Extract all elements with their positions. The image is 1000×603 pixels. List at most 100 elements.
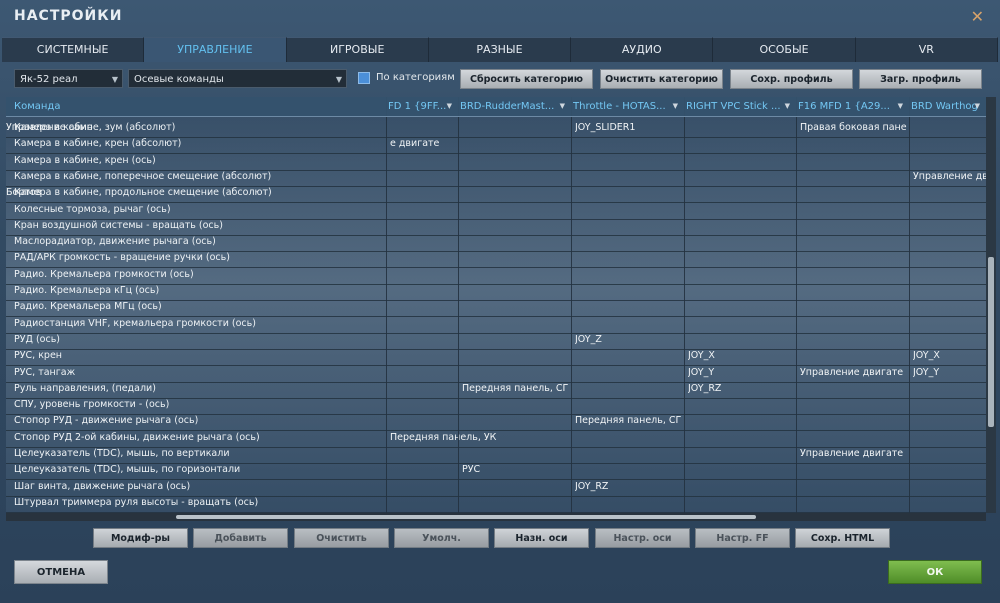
binding-cell[interactable]: Правая боковая пане xyxy=(800,122,953,133)
binding-cell[interactable]: Передняя панель, УК xyxy=(390,432,502,443)
column-divider xyxy=(571,97,572,513)
table-row[interactable]: Камера в кабине, крен (ось) xyxy=(6,154,986,171)
table-row[interactable]: Камера в кабине, поперечное смещение (аб… xyxy=(6,170,986,187)
command-label: Маслорадиатор, движение рычага (ось) xyxy=(14,236,216,248)
command-label: Камера в кабине, крен (ось) xyxy=(14,154,156,166)
command-label: Кран воздушной системы - вращать (ось) xyxy=(14,219,223,231)
default-button[interactable]: Умолч. xyxy=(394,528,489,548)
device-column-header[interactable]: Throttle - HOTAS... ▼ xyxy=(573,97,682,116)
ok-button[interactable]: ОК xyxy=(888,560,982,584)
table-row[interactable]: Маслорадиатор, движение рычага (ось) xyxy=(6,235,986,253)
horizontal-scrollbar[interactable] xyxy=(6,513,986,521)
tab-audio[interactable]: АУДИО xyxy=(571,37,714,62)
chevron-down-icon: ▼ xyxy=(784,102,790,110)
binding-cell[interactable]: е двигате xyxy=(390,138,502,149)
table-row[interactable]: СПУ, уровень громкости - (ось) xyxy=(6,398,986,416)
chevron-down-icon: ▼ xyxy=(446,102,452,110)
table-row[interactable]: Кран воздушной системы - вращать (ось) xyxy=(6,219,986,236)
assign-axis-button[interactable]: Назн. оси xyxy=(494,528,589,548)
binding-cell[interactable]: JOY_Y xyxy=(913,367,986,378)
binding-cell[interactable]: JOY_X xyxy=(688,350,840,361)
horizontal-scroll-thumb[interactable] xyxy=(176,515,756,519)
modifiers-button[interactable]: Модиф-ры xyxy=(93,528,188,548)
binding-cell[interactable]: JOY_RZ xyxy=(575,481,728,492)
command-label: РУС, тангаж xyxy=(14,366,76,378)
tab-controls[interactable]: УПРАВЛЕНИЕ xyxy=(144,37,287,62)
table-row[interactable]: Колесные тормоза, рычаг (ось) xyxy=(6,203,986,220)
vertical-scroll-thumb[interactable] xyxy=(988,257,994,427)
binding-cell[interactable]: Управление само xyxy=(6,122,93,133)
command-label: РУС, крен xyxy=(14,350,63,362)
table-row[interactable]: Целеуказатель (TDC), мышь, по вертикали У… xyxy=(6,447,986,464)
device-column-header[interactable]: BRD-RudderMast... ▼ xyxy=(460,97,569,116)
device-column-header[interactable]: RIGHT VPC Stick ... ▼ xyxy=(686,97,794,116)
binding-cell[interactable]: Управление двигате xyxy=(913,171,986,182)
category-select[interactable]: Осевые команды ▼ xyxy=(128,69,347,88)
table-row[interactable]: РУС, тангаж JOY_Y Управление двигате JOY_Y xyxy=(6,366,986,383)
binding-cell[interactable]: Передняя панель, СГ xyxy=(575,415,728,426)
clear-button[interactable]: Очистить xyxy=(294,528,389,548)
column-divider xyxy=(909,97,910,513)
table-row[interactable]: Радио. Кремальера кГц (ось) xyxy=(6,284,986,301)
aircraft-select-value: Як-52 реал xyxy=(20,74,78,85)
command-label: Руль направления, (педали) xyxy=(14,382,156,394)
aircraft-select[interactable]: Як-52 реал ▼ xyxy=(14,69,123,88)
load-profile-button[interactable]: Загр. профиль xyxy=(859,69,982,89)
table-row[interactable]: Камера в кабине, продольное смещение (аб… xyxy=(6,186,986,204)
binding-cell[interactable]: JOY_RZ xyxy=(688,383,840,394)
tab-vr[interactable]: VR xyxy=(855,37,998,62)
binding-cell[interactable]: Передняя панель, СГ xyxy=(462,383,615,394)
vertical-scrollbar[interactable] xyxy=(986,97,996,513)
clear-category-button[interactable]: Очистить категорию xyxy=(600,69,723,89)
command-label: РАД/АРК громкость - вращение ручки (ось) xyxy=(14,252,230,264)
table-row[interactable]: Стопор РУД 2-ой кабины, движение рычага … xyxy=(6,431,986,448)
command-label: Стопор РУД 2-ой кабины, движение рычага … xyxy=(14,431,260,443)
column-divider xyxy=(796,97,797,513)
table-row[interactable]: Стопор РУД - движение рычага (ось) Передн… xyxy=(6,414,986,432)
close-icon[interactable]: ✕ xyxy=(971,7,984,26)
device-column-header[interactable]: FD 1 {9FF... ▼ xyxy=(388,97,456,116)
device-column-header[interactable]: BRD Warthog ▼ xyxy=(911,97,984,116)
save-profile-button[interactable]: Сохр. профиль xyxy=(730,69,853,89)
command-label: Штурвал триммера руля высоты - вращать (… xyxy=(14,496,259,508)
table-row[interactable]: РУС, крен JOY_X JOY_X xyxy=(6,349,986,367)
binding-cell[interactable]: JOY_Z xyxy=(575,334,728,345)
tab-gameplay[interactable]: ИГРОВЫЕ xyxy=(286,37,429,62)
table-row[interactable]: Камера в кабине, крен (абсолют) е двигате xyxy=(6,137,986,155)
binding-cell[interactable]: РУС xyxy=(462,464,615,475)
command-label: Камера в кабине, поперечное смещение (аб… xyxy=(14,170,272,182)
table-row[interactable]: Целеуказатель (TDC), мышь, по горизонтал… xyxy=(6,463,986,481)
binding-cell[interactable]: JOY_SLIDER1 xyxy=(575,122,728,133)
ff-tune-button[interactable]: Настр. FF xyxy=(695,528,790,548)
table-row[interactable]: РАД/АРК громкость - вращение ручки (ось) xyxy=(6,251,986,269)
table-row[interactable]: Руль направления, (педали) Передняя панел… xyxy=(6,382,986,399)
cancel-button[interactable]: ОТМЕНА xyxy=(14,560,108,584)
save-html-button[interactable]: Сохр. HTML xyxy=(795,528,890,548)
binding-cell[interactable]: JOY_X xyxy=(913,350,986,361)
toolbar: Як-52 реал ▼ Осевые команды ▼ По категор… xyxy=(0,66,1000,92)
table-row[interactable]: Радио. Кремальера МГц (ось) xyxy=(6,300,986,318)
category-select-value: Осевые команды xyxy=(134,74,224,85)
chevron-down-icon: ▼ xyxy=(974,102,980,110)
add-button[interactable]: Добавить xyxy=(193,528,288,548)
tab-special[interactable]: ОСОБЫЕ xyxy=(713,37,856,62)
table-row[interactable]: РУД (ось) JOY_Z xyxy=(6,333,986,350)
table-row[interactable]: Штурвал триммера руля высоты - вращать (… xyxy=(6,496,986,513)
command-label: Камера в кабине, продольное смещение (аб… xyxy=(14,187,272,199)
axis-tune-button[interactable]: Настр. оси xyxy=(595,528,690,548)
tab-system[interactable]: СИСТЕМНЫЕ xyxy=(2,37,145,62)
chevron-down-icon: ▼ xyxy=(672,102,678,110)
command-column-header[interactable]: Команда xyxy=(14,97,384,116)
binding-cell[interactable]: Бортов xyxy=(6,187,41,198)
command-label: Радио. Кремальера кГц (ось) xyxy=(14,285,160,296)
table-row[interactable]: Радио. Кремальера громкости (ось) xyxy=(6,268,986,285)
table-row[interactable]: Шаг винта, движение рычага (ось) JOY_RZ xyxy=(6,480,986,497)
binding-cell[interactable]: Управление двигате xyxy=(800,448,953,459)
tab-misc[interactable]: РАЗНЫЕ xyxy=(428,37,572,62)
bindings-table: Камера в кабине, зум (абсолют) JOY_SLIDER… xyxy=(6,97,986,513)
table-row[interactable]: Радиостанция VHF, кремальера громкости (… xyxy=(6,317,986,334)
reset-category-button[interactable]: Сбросить категорию xyxy=(460,69,593,89)
by-categories-checkbox[interactable] xyxy=(358,72,370,84)
device-column-header[interactable]: F16 MFD 1 {A29... ▼ xyxy=(798,97,907,116)
table-row[interactable]: Камера в кабине, зум (абсолют) JOY_SLIDER… xyxy=(6,121,986,138)
